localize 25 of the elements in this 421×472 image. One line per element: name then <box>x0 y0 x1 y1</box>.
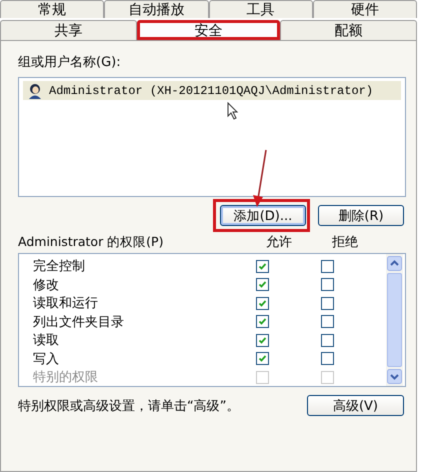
users-label: 组或用户名称(G): <box>18 54 122 71</box>
permission-name: 修改 <box>33 276 60 294</box>
tab[interactable]: 共享 <box>0 20 137 40</box>
permission-name: 列出文件夹目录 <box>33 314 125 331</box>
permission-name: 写入 <box>33 350 60 368</box>
permission-name: 特别的权限 <box>33 369 99 386</box>
tab[interactable]: 工具 <box>208 0 313 18</box>
user-item[interactable]: Administrator (XH-20121101QAQJ\Administrator) <box>23 81 401 100</box>
tab[interactable]: 硬件 <box>312 0 417 18</box>
advanced-hint: 特别权限或高级设置，请单击“高级”。 <box>18 398 240 414</box>
permission-name: 读取 <box>33 332 60 350</box>
tab[interactable]: 安全 <box>136 20 280 40</box>
tab[interactable]: 常规 <box>0 0 104 18</box>
user-name: Administrator (XH-20121101QAQJ\Administrator) <box>49 84 374 98</box>
dialog-button[interactable]: 删除(R) <box>318 205 404 226</box>
users-list[interactable]: Administrator (XH-20121101QAQJ\Administrator) <box>18 77 406 197</box>
advanced-button[interactable]: 高级(V) <box>307 395 404 416</box>
column-header: 允许 <box>265 234 293 251</box>
column-header: 拒绝 <box>331 234 359 251</box>
permissions-label: Administrator 的权限(P) <box>18 234 164 251</box>
permission-name: 读取和运行 <box>33 295 99 312</box>
permission-name: 完全控制 <box>33 258 86 276</box>
tab[interactable]: 配额 <box>280 20 417 40</box>
dialog-button[interactable]: 添加(D)... <box>220 205 306 226</box>
tab[interactable]: 自动播放 <box>104 0 208 18</box>
